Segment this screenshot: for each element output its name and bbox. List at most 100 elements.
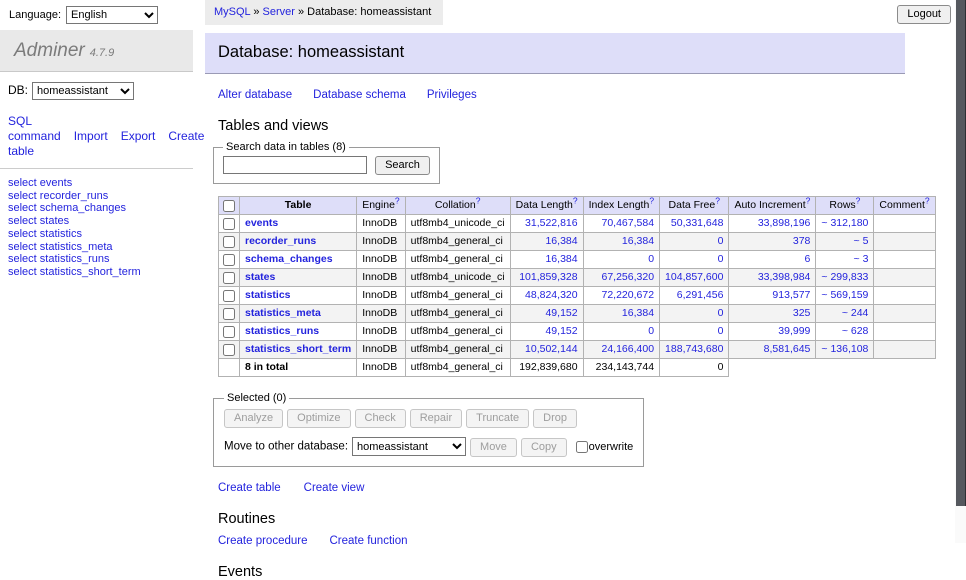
- language-select[interactable]: English: [66, 6, 158, 24]
- index-length-link[interactable]: 0: [648, 253, 654, 265]
- truncate-button[interactable]: Truncate: [466, 409, 529, 428]
- auto-increment-link[interactable]: 39,999: [778, 325, 810, 337]
- rows-link[interactable]: ~ 5: [854, 235, 869, 247]
- routines-link-create-function[interactable]: Create function: [330, 535, 408, 547]
- table-link-recorder-runs[interactable]: recorder_runs: [245, 235, 316, 247]
- overwrite-checkbox[interactable]: [576, 441, 588, 453]
- sidebar-link-import[interactable]: Import: [74, 129, 108, 143]
- data-free-link[interactable]: 104,857,600: [665, 271, 723, 283]
- rows-link[interactable]: ~ 569,159: [821, 289, 868, 301]
- search-button[interactable]: Search: [375, 156, 430, 175]
- data-free-link[interactable]: 0: [718, 307, 724, 319]
- help-link[interactable]: ?: [925, 196, 930, 206]
- table-link-events[interactable]: events: [245, 217, 278, 229]
- logout-button[interactable]: Logout: [897, 5, 951, 24]
- move-db-select[interactable]: homeassistant: [352, 437, 466, 456]
- db-link-privileges[interactable]: Privileges: [427, 89, 477, 101]
- vertical-scrollbar[interactable]: [955, 0, 966, 543]
- data-free-link[interactable]: 50,331,648: [671, 217, 724, 229]
- data-free-link[interactable]: 0: [718, 325, 724, 337]
- rows-link[interactable]: ~ 244: [842, 307, 869, 319]
- sidebar-link-export[interactable]: Export: [121, 129, 156, 143]
- row-checkbox[interactable]: [223, 218, 235, 230]
- data-length-link[interactable]: 31,522,816: [525, 217, 578, 229]
- rows-link[interactable]: ~ 312,180: [821, 217, 868, 229]
- rows-link[interactable]: ~ 628: [842, 325, 869, 337]
- data-length-link[interactable]: 16,384: [545, 235, 577, 247]
- db-link-database-schema[interactable]: Database schema: [313, 89, 406, 101]
- copy-button[interactable]: Copy: [521, 438, 567, 457]
- data-length-link[interactable]: 16,384: [545, 253, 577, 265]
- data-length-link[interactable]: 10,502,144: [525, 343, 578, 355]
- row-checkbox[interactable]: [223, 290, 235, 302]
- select-all-checkbox[interactable]: [223, 200, 235, 212]
- index-length-link[interactable]: 16,384: [622, 235, 654, 247]
- breadcrumb-link-mysql[interactable]: MySQL: [214, 6, 250, 18]
- auto-increment-link[interactable]: 378: [793, 235, 811, 247]
- rows-link[interactable]: ~ 3: [854, 253, 869, 265]
- repair-button[interactable]: Repair: [410, 409, 462, 428]
- data-free-link[interactable]: 188,743,680: [665, 343, 723, 355]
- row-checkbox[interactable]: [223, 272, 235, 284]
- drop-button[interactable]: Drop: [533, 409, 577, 428]
- index-length-link[interactable]: 16,384: [622, 307, 654, 319]
- index-length-link[interactable]: 72,220,672: [601, 289, 654, 301]
- table-link-statistics-runs[interactable]: statistics_runs: [245, 325, 319, 337]
- sidebar-link-select-statistics-meta[interactable]: select statistics_meta: [8, 241, 185, 254]
- table-link-statistics[interactable]: statistics: [245, 289, 291, 301]
- optimize-button[interactable]: Optimize: [287, 409, 350, 428]
- help-link[interactable]: ?: [395, 196, 400, 206]
- row-checkbox[interactable]: [223, 308, 235, 320]
- breadcrumb-link-server[interactable]: Server: [263, 6, 295, 18]
- sidebar-link-select-statistics-short-term[interactable]: select statistics_short_term: [8, 266, 185, 279]
- analyze-button[interactable]: Analyze: [224, 409, 283, 428]
- data-free-link[interactable]: 6,291,456: [677, 289, 724, 301]
- rows-link[interactable]: ~ 299,833: [821, 271, 868, 283]
- sidebar-link-select-statistics-runs[interactable]: select statistics_runs: [8, 253, 185, 266]
- index-length-link[interactable]: 24,166,400: [601, 343, 654, 355]
- help-link[interactable]: ?: [573, 196, 578, 206]
- auto-increment-link[interactable]: 6: [805, 253, 811, 265]
- auto-increment-link[interactable]: 8,581,645: [764, 343, 811, 355]
- sidebar-link-select-statistics[interactable]: select statistics: [8, 228, 185, 241]
- sidebar-link-select-schema-changes[interactable]: select schema_changes: [8, 202, 185, 215]
- routines-link-create-procedure[interactable]: Create procedure: [218, 535, 308, 547]
- search-input[interactable]: [223, 156, 367, 174]
- sidebar-link-select-recorder-runs[interactable]: select recorder_runs: [8, 190, 185, 203]
- data-free-link[interactable]: 0: [718, 235, 724, 247]
- data-length-link[interactable]: 49,152: [545, 325, 577, 337]
- move-button[interactable]: Move: [470, 438, 517, 457]
- db-select[interactable]: homeassistant: [32, 82, 134, 100]
- sidebar-link-select-states[interactable]: select states: [8, 215, 185, 228]
- data-free-link[interactable]: 0: [718, 253, 724, 265]
- index-length-link[interactable]: 70,467,584: [601, 217, 654, 229]
- table-link-statistics-short-term[interactable]: statistics_short_term: [245, 343, 351, 355]
- create-link-create-view[interactable]: Create view: [304, 482, 365, 494]
- help-link[interactable]: ?: [649, 196, 654, 206]
- row-checkbox[interactable]: [223, 254, 235, 266]
- row-checkbox[interactable]: [223, 344, 235, 356]
- auto-increment-link[interactable]: 325: [793, 307, 811, 319]
- scrollbar-thumb[interactable]: [956, 0, 966, 506]
- help-link[interactable]: ?: [476, 196, 481, 206]
- auto-increment-link[interactable]: 33,898,196: [758, 217, 811, 229]
- rows-link[interactable]: ~ 136,108: [821, 343, 868, 355]
- help-link[interactable]: ?: [856, 196, 861, 206]
- sidebar-link-select-events[interactable]: select events: [8, 177, 185, 190]
- data-length-link[interactable]: 49,152: [545, 307, 577, 319]
- index-length-link[interactable]: 0: [648, 325, 654, 337]
- auto-increment-link[interactable]: 33,398,984: [758, 271, 811, 283]
- help-link[interactable]: ?: [806, 196, 811, 206]
- auto-increment-link[interactable]: 913,577: [772, 289, 810, 301]
- check-button[interactable]: Check: [355, 409, 406, 428]
- help-link[interactable]: ?: [715, 196, 720, 206]
- data-length-link[interactable]: 48,824,320: [525, 289, 578, 301]
- index-length-link[interactable]: 67,256,320: [601, 271, 654, 283]
- table-link-states[interactable]: states: [245, 271, 275, 283]
- data-length-link[interactable]: 101,859,328: [519, 271, 577, 283]
- row-checkbox[interactable]: [223, 236, 235, 248]
- sidebar-link-sql-command[interactable]: SQL command: [8, 114, 61, 143]
- db-link-alter-database[interactable]: Alter database: [218, 89, 292, 101]
- table-link-schema-changes[interactable]: schema_changes: [245, 253, 333, 265]
- row-checkbox[interactable]: [223, 326, 235, 338]
